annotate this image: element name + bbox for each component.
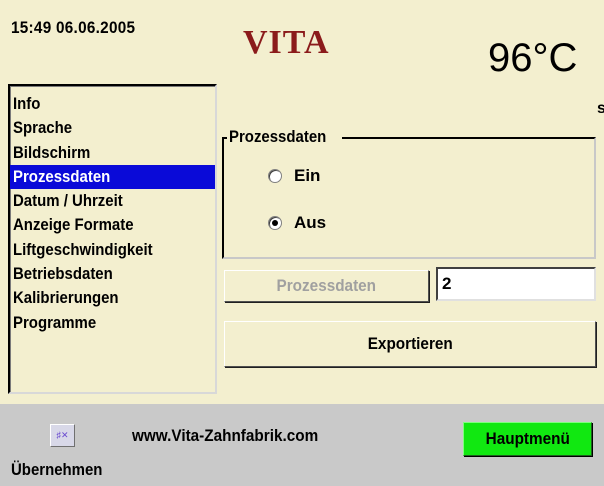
datetime-display: 15:49 06.06.2005 bbox=[11, 18, 136, 37]
main-menu-button[interactable]: Hauptmenü bbox=[463, 422, 592, 456]
apply-button[interactable]: Übernehmen bbox=[11, 460, 115, 480]
menu-item-anzeige-formate[interactable]: Anzeige Formate bbox=[10, 213, 215, 237]
settings-menu: Info Sprache Bildschirm Prozessdaten Dat… bbox=[8, 84, 217, 394]
process-data-button[interactable]: Prozessdaten bbox=[224, 270, 429, 302]
edge-glyph: s bbox=[597, 100, 604, 117]
menu-item-liftgeschwindigkeit[interactable]: Liftgeschwindigkeit bbox=[10, 238, 215, 262]
menu-item-sprache[interactable]: Sprache bbox=[10, 116, 215, 140]
language-flag-icon[interactable]: ♯✕ bbox=[50, 424, 75, 447]
menu-item-kalibrierungen[interactable]: Kalibrierungen bbox=[10, 286, 215, 310]
radio-ein-indicator[interactable] bbox=[268, 169, 282, 183]
menu-item-programme[interactable]: Programme bbox=[10, 311, 215, 335]
process-data-group: Prozessdaten Ein Aus bbox=[222, 127, 596, 259]
radio-ein-label: Ein bbox=[294, 166, 321, 185]
menu-item-datum-uhrzeit[interactable]: Datum / Uhrzeit bbox=[10, 189, 215, 213]
website-url: www.Vita-Zahnfabrik.com bbox=[132, 426, 319, 445]
menu-item-info[interactable]: Info bbox=[10, 92, 215, 116]
process-value-field[interactable]: 2 bbox=[436, 267, 596, 301]
group-title: Prozessdaten bbox=[227, 127, 342, 147]
radio-aus-label: Aus bbox=[294, 213, 327, 232]
radio-ein[interactable]: Ein bbox=[268, 166, 320, 186]
radio-aus-indicator[interactable] bbox=[268, 216, 282, 230]
menu-item-betriebsdaten[interactable]: Betriebsdaten bbox=[10, 262, 215, 286]
footer-bar: ♯✕ www.Vita-Zahnfabrik.com Hauptmenü Übe… bbox=[0, 404, 604, 486]
vita-logo: VITA bbox=[243, 24, 330, 61]
export-button[interactable]: Exportieren bbox=[224, 321, 596, 367]
menu-item-bildschirm[interactable]: Bildschirm bbox=[10, 141, 215, 165]
radio-aus[interactable]: Aus bbox=[268, 213, 326, 233]
menu-item-prozessdaten[interactable]: Prozessdaten bbox=[10, 164, 215, 190]
temperature-display: 96°C bbox=[488, 36, 578, 80]
